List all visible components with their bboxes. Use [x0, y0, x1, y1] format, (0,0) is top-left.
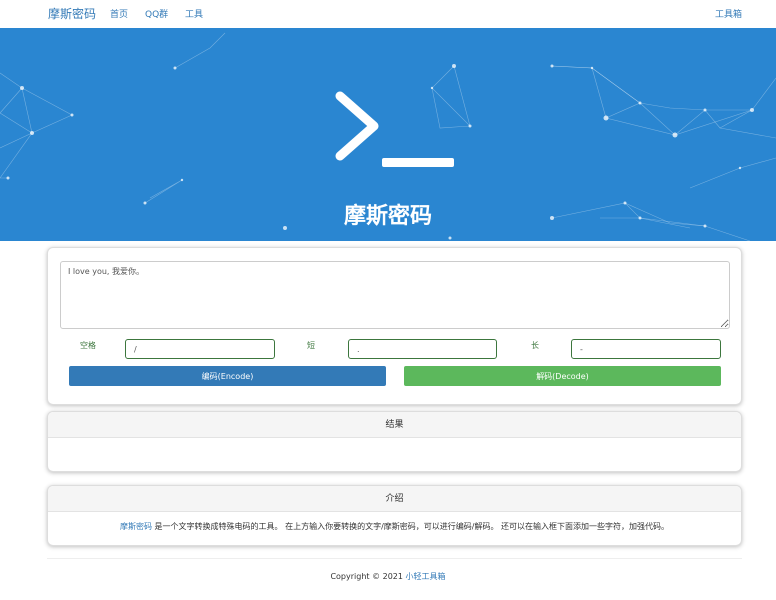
input-panel: I love you, 我爱你。 空格 短 长 编码(Encode) 解码(De…	[47, 247, 742, 405]
intro-header: 介绍	[48, 486, 741, 512]
footer-link[interactable]: 小轻工具箱	[406, 572, 446, 581]
space-label: 空格	[80, 341, 96, 350]
intro-panel: 介绍 摩斯密码 是一个文字转换成特殊电码的工具。 在上方输入你要转换的文字/摩斯…	[47, 485, 742, 546]
hero-banner: 摩斯密码	[0, 28, 776, 241]
nav-item-tools[interactable]: 工具	[185, 7, 203, 20]
footer: Copyright © 2021 小轻工具箱	[0, 571, 776, 582]
text-input[interactable]: I love you, 我爱你。	[60, 261, 730, 329]
intro-link[interactable]: 摩斯密码	[120, 522, 152, 531]
result-header: 结果	[48, 412, 741, 438]
nav-item-qq-group[interactable]: QQ群	[145, 7, 168, 20]
intro-text: 摩斯密码 是一个文字转换成特殊电码的工具。 在上方输入你要转换的文字/摩斯密码，…	[48, 512, 741, 542]
space-input[interactable]	[125, 339, 275, 359]
nav-item-toolbox[interactable]: 工具箱	[715, 7, 742, 20]
short-input[interactable]	[348, 339, 497, 359]
intro-description: 是一个文字转换成特殊电码的工具。 在上方输入你要转换的文字/摩斯密码，可以进行编…	[151, 522, 669, 531]
brand-link[interactable]: 摩斯密码	[48, 5, 96, 22]
short-label: 短	[307, 341, 315, 350]
long-input[interactable]	[571, 339, 721, 359]
decode-button[interactable]: 解码(Decode)	[404, 366, 721, 386]
nav-item-home[interactable]: 首页	[110, 7, 128, 20]
copyright-text: Copyright © 2021	[330, 572, 406, 581]
terminal-icon	[335, 91, 454, 167]
result-output	[48, 438, 741, 472]
navbar: 摩斯密码 首页 QQ群 工具 工具箱	[0, 0, 776, 28]
result-panel: 结果	[47, 411, 742, 472]
encode-button[interactable]: 编码(Encode)	[69, 366, 386, 386]
long-label: 长	[531, 341, 539, 350]
footer-divider	[47, 558, 742, 559]
hero-title: 摩斯密码	[343, 204, 432, 229]
